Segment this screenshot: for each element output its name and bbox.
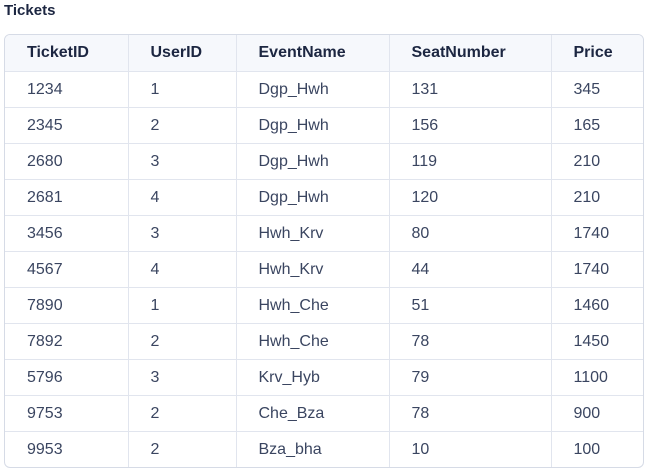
- table-cell-ticketid: 2345: [5, 107, 129, 144]
- column-header-eventname: EventName: [236, 35, 390, 72]
- table-cell-ticketid: 5796: [5, 359, 129, 396]
- table-cell-seatnumber: 44: [389, 251, 552, 288]
- table-cell-userid: 1: [128, 71, 237, 108]
- table-cell-ticketid: 3456: [5, 215, 129, 252]
- column-header-userid: UserID: [128, 35, 237, 72]
- table-row: 7890 1 Hwh_Che 51 1460: [5, 287, 643, 324]
- table-cell-userid: 4: [128, 251, 237, 288]
- table-cell-ticketid: 2680: [5, 143, 129, 180]
- table-cell-price: 100: [573, 440, 601, 458]
- table-cell-eventname: Dgp_Hwh: [236, 143, 390, 180]
- table-row: 2345 2 Dgp_Hwh 156 165: [5, 107, 643, 144]
- table-row: 9753 2 Che_Bza 78 900: [5, 395, 643, 432]
- table-cell-ticketid: 7890: [5, 287, 129, 324]
- table-cell-eventname: Che_Bza: [236, 395, 390, 432]
- table-cell-eventname: Hwh_Krv: [236, 251, 390, 288]
- table-header-row: TicketID UserID EventName SeatNumber Pri…: [5, 35, 643, 72]
- table-cell-eventname: Hwh_Che: [236, 323, 390, 360]
- tickets-table: TicketID UserID EventName SeatNumber Pri…: [5, 35, 643, 467]
- table-cell-price: 900: [551, 395, 643, 432]
- table-cell-eventname: Dgp_Hwh: [236, 71, 390, 108]
- table-cell-price: 1450: [551, 323, 643, 360]
- table-cell-userid: 3: [128, 359, 237, 396]
- table-cell-userid: 4: [128, 179, 237, 216]
- column-header-price: Price: [551, 35, 643, 72]
- table-cell-eventname: Hwh_Krv: [236, 215, 390, 252]
- table-cell-userid: 2: [128, 107, 237, 144]
- table-cell-eventname: Bza_bha: [236, 431, 390, 467]
- table-row: 5796 3 Krv_Hyb 79 1100: [5, 359, 643, 396]
- table-cell-userid: 2: [128, 395, 237, 432]
- table-row: 3456 3 Hwh_Krv 80 1740: [5, 215, 643, 252]
- table-cell-price: 1740: [551, 251, 643, 288]
- tickets-table-container: TicketID UserID EventName SeatNumber Pri…: [4, 34, 644, 468]
- table-cell-price: 1460: [551, 287, 643, 324]
- table-cell-seatnumber: 131: [389, 71, 552, 108]
- table-cell-eventname: Hwh_Che: [236, 287, 390, 324]
- table-cell-seatnumber: 120: [389, 179, 552, 216]
- table-cell-ticketid: 4567: [5, 251, 129, 288]
- table-cell-ticketid: 9953: [5, 431, 129, 467]
- table-cell-seatnumber: 80: [389, 215, 552, 252]
- table-cell-userid: 1: [128, 287, 237, 324]
- table-cell-seatnumber: 51: [389, 287, 552, 324]
- table-cell-price: 165: [551, 107, 643, 144]
- table-cell-seatnumber: 10: [389, 431, 552, 467]
- table-body: 1234 1 Dgp_Hwh 131 345 2345 2 Dgp_Hwh 156 165 2680…: [5, 71, 643, 467]
- table-row: 9953 2 Bza_bha 10 100: [5, 431, 643, 467]
- table-cell-userid: 3: [128, 215, 237, 252]
- table-row: 7892 2 Hwh_Che 78 1450: [5, 323, 643, 360]
- table-cell-price: 210: [551, 143, 643, 180]
- column-header-seatnumber: SeatNumber: [389, 35, 552, 72]
- table-cell-seatnumber: 156: [389, 107, 552, 144]
- table-row: 1234 1 Dgp_Hwh 131 345: [5, 71, 643, 108]
- table-cell-seatnumber: 78: [389, 395, 552, 432]
- column-header-ticketid: TicketID: [5, 35, 129, 72]
- page-title: Tickets: [4, 2, 56, 19]
- table-cell-seatnumber: 79: [389, 359, 552, 396]
- table-cell-seatnumber: 119: [389, 143, 552, 180]
- table-cell-ticketid: 2681: [5, 179, 129, 216]
- table-cell-userid: 2: [128, 323, 237, 360]
- table-cell-ticketid: 1234: [5, 71, 129, 108]
- table-cell-ticketid: 7892: [5, 323, 129, 360]
- table-cell-ticketid: 9753: [5, 395, 129, 432]
- table-cell-eventname: Dgp_Hwh: [236, 179, 390, 216]
- table-cell-eventname: Dgp_Hwh: [236, 107, 390, 144]
- table-cell-price: 345: [551, 71, 643, 108]
- table-cell-userid: 2: [128, 431, 237, 467]
- table-cell-price: 1740: [551, 215, 643, 252]
- table-row: 2681 4 Dgp_Hwh 120 210: [5, 179, 643, 216]
- table-row: 4567 4 Hwh_Krv 44 1740: [5, 251, 643, 288]
- table-cell-userid: 3: [128, 143, 237, 180]
- table-cell-price: 210: [551, 179, 643, 216]
- table-cell-seatnumber: 78: [389, 323, 552, 360]
- table-row: 2680 3 Dgp_Hwh 119 210: [5, 143, 643, 180]
- table-cell-eventname: Krv_Hyb: [236, 359, 390, 396]
- table-cell-price: 1100: [551, 359, 643, 396]
